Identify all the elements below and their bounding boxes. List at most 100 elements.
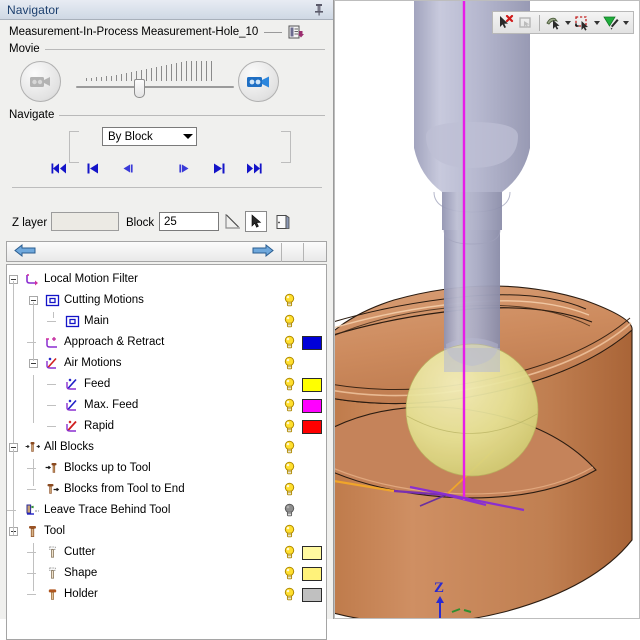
tree-row[interactable]: Blocks up to Tool [7, 458, 326, 479]
tree-row-label: Holder [64, 588, 98, 600]
visibility-bulb-icon[interactable] [283, 398, 296, 413]
tree-connector [47, 405, 56, 406]
visibility-bulb-icon[interactable] [283, 587, 296, 602]
filter-navigation-bar [6, 241, 327, 262]
tree-row[interactable]: Shape [7, 563, 326, 584]
simulation-viewport[interactable]: Z [334, 0, 640, 619]
chevron-down-icon[interactable] [621, 13, 630, 32]
color-swatch[interactable] [302, 378, 322, 392]
color-swatch[interactable] [302, 420, 322, 434]
visibility-bulb-icon[interactable] [283, 293, 296, 308]
cursor-pick-icon[interactable] [543, 13, 563, 32]
report-icon[interactable] [288, 25, 304, 40]
viewport-toolbar [492, 11, 634, 34]
tree-row[interactable]: Cutting Motions [7, 290, 326, 311]
navigator-panel: Navigator Measurement-In-Process Measure… [0, 0, 334, 619]
tree-row-label: Max. Feed [84, 399, 138, 411]
color-swatch[interactable] [302, 336, 322, 350]
tree-connector [27, 489, 36, 490]
arrow-left-icon[interactable] [14, 243, 36, 261]
visibility-bulb-icon[interactable] [283, 545, 296, 560]
arrow-pick-icon[interactable] [245, 211, 267, 232]
tree-row[interactable]: Feed [7, 374, 326, 395]
tree-row[interactable]: Local Motion Filter [7, 269, 326, 290]
movie-slider[interactable] [76, 59, 234, 105]
step-backward-button[interactable] [114, 157, 140, 179]
air-motions-icon [45, 356, 60, 371]
navigator-body: Measurement-In-Process Measurement-Hole_… [0, 23, 333, 640]
pin-icon[interactable] [313, 3, 325, 16]
document-header: Measurement-In-Process Measurement-Hole_… [6, 23, 327, 41]
color-swatch[interactable] [302, 567, 322, 581]
probe-measure-icon[interactable] [601, 13, 621, 32]
movie-group-header: Movie [6, 43, 327, 55]
chevron-down-icon[interactable] [592, 13, 601, 32]
chevron-down-icon[interactable] [179, 128, 196, 145]
camera-disabled-icon[interactable] [20, 61, 61, 102]
visibility-bulb-icon[interactable] [283, 482, 296, 497]
visibility-bulb-icon[interactable] [283, 314, 296, 329]
tree-row[interactable]: All Blocks [7, 437, 326, 458]
tree-connector [27, 552, 36, 553]
max-feed-motion-icon [65, 398, 80, 413]
tree-row[interactable]: Max. Feed [7, 395, 326, 416]
step-forward-button[interactable] [172, 157, 198, 179]
go-to-end-button[interactable] [240, 157, 266, 179]
slider-track [76, 86, 234, 88]
go-to-start-button[interactable] [46, 157, 72, 179]
camera-active-icon[interactable] [238, 61, 279, 102]
tree-row-label: Blocks up to Tool [64, 462, 151, 474]
z-layer-label: Z layer [12, 217, 47, 229]
diagonal-measure-icon[interactable] [222, 211, 244, 232]
color-swatch[interactable] [302, 546, 322, 560]
visibility-bulb-icon[interactable] [283, 356, 296, 371]
cursor-clear-icon[interactable] [496, 13, 516, 32]
marquee-select-icon[interactable] [572, 13, 592, 32]
visibility-bulb-icon[interactable] [283, 335, 296, 350]
previous-section-button[interactable] [80, 157, 106, 179]
tool-icon [25, 524, 40, 539]
visibility-bulb-icon[interactable] [283, 566, 296, 581]
exit-door-icon[interactable] [272, 211, 294, 232]
tree-row[interactable]: Rapid [7, 416, 326, 437]
cam-simulation-window: Navigator Measurement-In-Process Measure… [0, 0, 640, 619]
tree-row-label: Local Motion Filter [44, 273, 138, 285]
color-swatch[interactable] [302, 399, 322, 413]
tree-row[interactable]: Leave Trace Behind Tool [7, 500, 326, 521]
visibility-bulb-icon[interactable] [283, 503, 296, 518]
tree-row[interactable]: Tool [7, 521, 326, 542]
tree-row[interactable]: Cutter [7, 542, 326, 563]
select-box-disabled-icon[interactable] [516, 13, 536, 32]
z-layer-input[interactable] [51, 212, 119, 231]
next-section-button[interactable] [206, 157, 232, 179]
approach-retract-icon [45, 335, 60, 350]
tree-row[interactable]: Holder [7, 584, 326, 605]
block-input[interactable]: 25 [159, 212, 219, 231]
tree-connector [27, 468, 36, 469]
visibility-bulb-icon[interactable] [283, 377, 296, 392]
tree-row[interactable]: Approach & Retract [7, 332, 326, 353]
visibility-bulb-icon[interactable] [283, 419, 296, 434]
tree-row-label: Leave Trace Behind Tool [44, 504, 170, 516]
navigate-controls: By Block [6, 121, 327, 209]
simulation-scene: Z [334, 0, 640, 619]
tree-row[interactable]: Blocks from Tool to End [7, 479, 326, 500]
visibility-bulb-icon[interactable] [283, 461, 296, 476]
visibility-bulb-icon[interactable] [283, 440, 296, 455]
chevron-down-icon[interactable] [563, 13, 572, 32]
slider-ticks [86, 59, 226, 81]
color-swatch[interactable] [302, 588, 322, 602]
tree-connector [27, 573, 36, 574]
tree-row[interactable]: Main [7, 311, 326, 332]
tree-row-label: Cutting Motions [64, 294, 144, 306]
visibility-bulb-icon[interactable] [283, 524, 296, 539]
navigate-mode-select[interactable]: By Block [102, 127, 197, 146]
arrow-right-icon[interactable] [252, 243, 274, 261]
slider-thumb[interactable] [134, 79, 145, 98]
tree-row[interactable]: Air Motions [7, 353, 326, 374]
feed-motion-icon [65, 377, 80, 392]
motion-filter-tree[interactable]: Local Motion Filter Cutting Motions Main… [6, 264, 327, 640]
tree-row-label: Cutter [64, 546, 95, 558]
tree-row-label: Shape [64, 567, 97, 579]
document-title: Measurement-In-Process Measurement-Hole_… [9, 26, 258, 38]
